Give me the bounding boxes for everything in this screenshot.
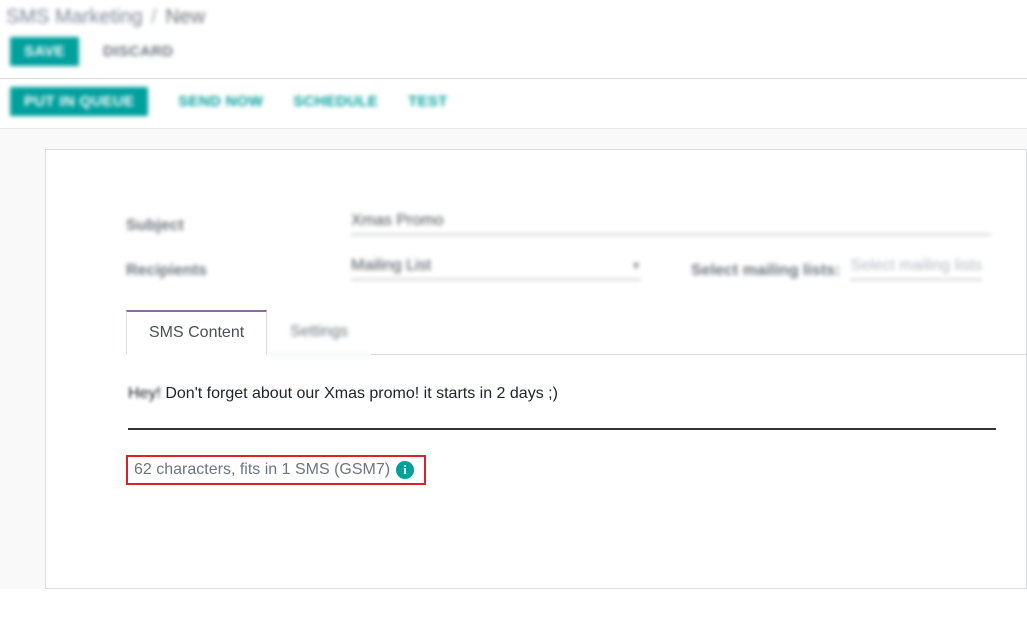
subject-label: Subject <box>126 217 351 235</box>
breadcrumb-current: New <box>165 6 205 28</box>
send-now-button[interactable]: SEND NOW <box>178 93 263 110</box>
sms-textarea[interactable]: Hey! Don't forget about our Xmas promo! … <box>126 355 1026 455</box>
sms-underline <box>128 428 996 430</box>
sms-body-text: Don't forget about our Xmas promo! it st… <box>161 385 558 402</box>
save-button[interactable]: SAVE <box>10 37 79 66</box>
sms-prefix: Hey! <box>128 385 161 403</box>
sms-counter-text: 62 characters, fits in 1 SMS (GSM7) <box>134 461 390 479</box>
subject-input[interactable]: Xmas Promo <box>351 210 991 235</box>
tab-filler <box>371 310 1026 355</box>
field-subject: Subject Xmas Promo <box>126 210 1026 235</box>
tab-sms-content[interactable]: SMS Content <box>126 310 267 355</box>
recipients-select[interactable]: Mailing List ▼ <box>351 255 641 280</box>
info-icon[interactable]: i <box>396 461 414 479</box>
chevron-down-icon: ▼ <box>631 261 641 272</box>
discard-button[interactable]: DISCARD <box>103 43 173 60</box>
mailing-lists-input[interactable]: Select mailing lists <box>850 255 982 280</box>
mailing-lists-label: Select mailing lists: <box>691 262 840 280</box>
breadcrumb: SMS Marketing / New <box>0 0 1027 29</box>
breadcrumb-separator: / <box>147 6 161 28</box>
schedule-button[interactable]: SCHEDULE <box>293 93 378 110</box>
sms-counter-highlight: 62 characters, fits in 1 SMS (GSM7) i <box>126 455 426 485</box>
breadcrumb-root-link[interactable]: SMS Marketing <box>6 6 143 28</box>
tabs: SMS Content Settings <box>126 310 1026 355</box>
status-action-bar: PUT IN QUEUE SEND NOW SCHEDULE TEST <box>0 79 1027 128</box>
form-background: Subject Xmas Promo Recipients Mailing Li… <box>0 128 1027 589</box>
form-sheet: Subject Xmas Promo Recipients Mailing Li… <box>45 149 1027 589</box>
field-recipients: Recipients Mailing List ▼ Select mailing… <box>126 255 1026 280</box>
tab-settings[interactable]: Settings <box>267 310 371 355</box>
recipients-label: Recipients <box>126 262 351 280</box>
put-in-queue-button[interactable]: PUT IN QUEUE <box>10 87 148 116</box>
test-button[interactable]: TEST <box>408 93 448 110</box>
save-discard-bar: SAVE DISCARD <box>0 29 1027 78</box>
